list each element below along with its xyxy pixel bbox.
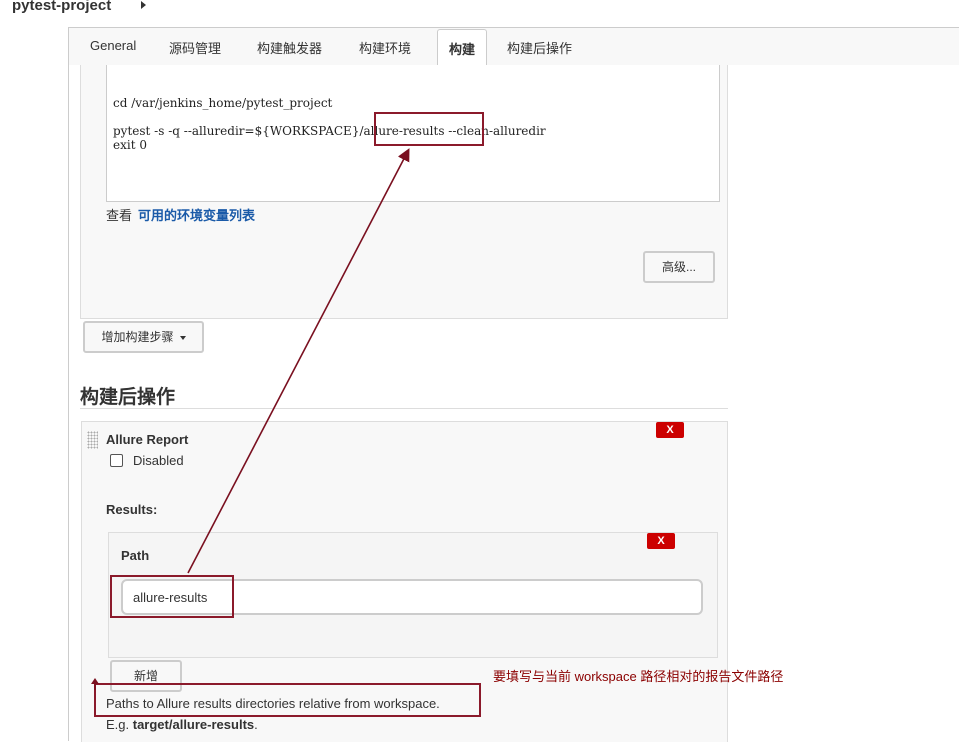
- annotation-note: 要填写与当前 workspace 路径相对的报告文件路径: [493, 669, 784, 684]
- delete-path-button[interactable]: X: [647, 533, 675, 549]
- help-example: E.g. target/allure-results.: [106, 717, 258, 732]
- tab-build-environment[interactable]: 构建环境: [359, 38, 411, 57]
- section-title: 构建后操作: [80, 387, 176, 408]
- allure-report-title: Allure Report: [106, 432, 189, 447]
- path-input[interactable]: [121, 579, 703, 615]
- tab-general[interactable]: General: [90, 38, 136, 53]
- env-vars-link[interactable]: 可用的环境变量列表: [138, 205, 255, 224]
- tab-post-build[interactable]: 构建后操作: [507, 38, 572, 57]
- advanced-button[interactable]: 高级...: [643, 251, 715, 283]
- help-text: Paths to Allure results directories rela…: [106, 696, 440, 711]
- add-build-step-label: 增加构建步骤: [101, 330, 174, 344]
- delete-post-build-button[interactable]: X: [656, 422, 684, 438]
- breadcrumb-project[interactable]: pytest-project: [12, 0, 111, 14]
- env-vars-prefix: 查看: [106, 208, 133, 223]
- help-example-path: target/allure-results: [132, 717, 255, 732]
- help-example-prefix: E.g.: [106, 717, 133, 732]
- divider: [68, 27, 69, 741]
- tab-build-triggers[interactable]: 构建触发器: [257, 38, 322, 57]
- help-example-suffix: .: [254, 717, 258, 732]
- divider: [80, 408, 728, 409]
- disabled-label: Disabled: [133, 453, 184, 468]
- caret-down-icon: [179, 335, 186, 340]
- add-path-button[interactable]: 新增: [110, 660, 182, 692]
- tab-build[interactable]: 构建: [437, 29, 487, 66]
- tab-build-label: 构建: [448, 42, 475, 57]
- path-label: Path: [121, 548, 150, 563]
- command-line: pytest -s -q --alluredir=${WORKSPACE}/al…: [113, 124, 546, 138]
- tab-source-control[interactable]: 源码管理: [169, 38, 221, 57]
- divider: [68, 27, 959, 28]
- disabled-checkbox[interactable]: [110, 454, 123, 467]
- drag-handle-icon[interactable]: [87, 431, 98, 449]
- command-line: cd /var/jenkins_home/pytest_project: [113, 96, 333, 110]
- breadcrumb-arrow-icon[interactable]: [141, 1, 146, 9]
- command-line: exit 0: [113, 138, 147, 152]
- add-build-step-button[interactable]: 增加构建步骤: [83, 321, 204, 353]
- results-label: Results:: [106, 502, 158, 517]
